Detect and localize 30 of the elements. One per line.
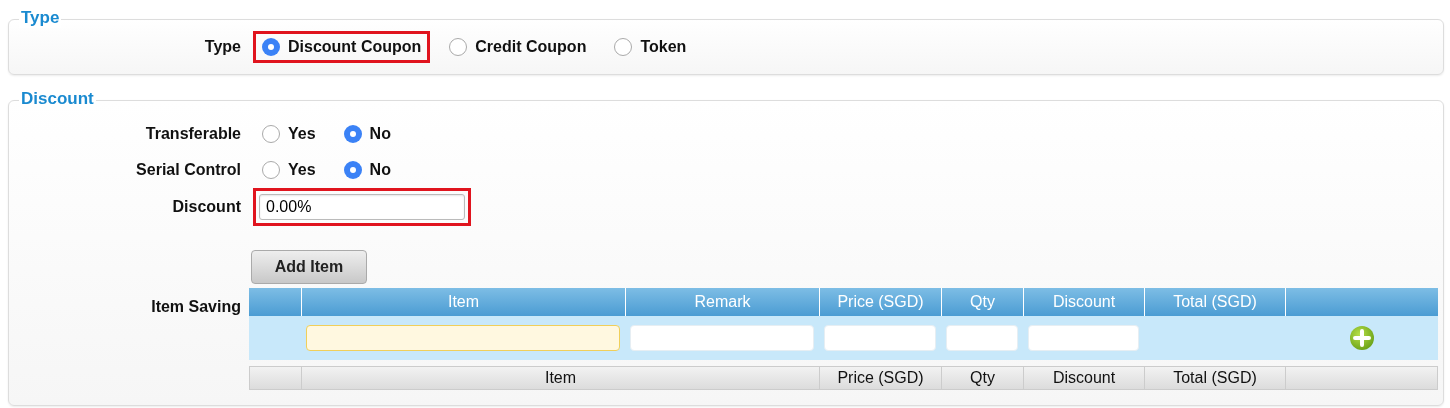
header-cell: Discount xyxy=(1023,288,1144,316)
footer-cell: Discount xyxy=(1023,366,1144,390)
field-label: Item Saving xyxy=(151,298,241,317)
footer-cell: Item xyxy=(301,366,819,390)
radio-option[interactable]: Yes xyxy=(253,118,325,150)
section-legend: Type xyxy=(19,8,62,28)
field-label: Type xyxy=(204,38,241,56)
header-cell xyxy=(249,288,301,316)
radio-option[interactable]: No xyxy=(334,154,400,186)
field-label: Transferable xyxy=(145,125,241,143)
field-label: Discount xyxy=(172,198,241,216)
add-icon[interactable] xyxy=(1348,325,1375,351)
header-cell: Remark xyxy=(625,288,819,316)
discount-field[interactable]: 0.00% xyxy=(259,194,465,220)
radio-option[interactable]: Discount Coupon xyxy=(253,31,431,63)
header-cell: Total (SGD) xyxy=(1144,288,1285,316)
field-label: Serial Control xyxy=(136,161,241,179)
header-cell: Qty xyxy=(941,288,1023,316)
footer-cell: Total (SGD) xyxy=(1144,366,1285,390)
header-cell: Price (SGD) xyxy=(819,288,941,316)
radio-option[interactable]: Credit Coupon xyxy=(440,31,596,63)
radio-option[interactable]: Yes xyxy=(253,154,325,186)
header-cell: Item xyxy=(301,288,625,316)
radio-option[interactable]: No xyxy=(334,118,400,150)
radio-option[interactable]: Token xyxy=(605,31,696,63)
footer-cell: Qty xyxy=(941,366,1023,390)
footer-cell: Price (SGD) xyxy=(819,366,941,390)
cell-input[interactable] xyxy=(306,325,620,351)
add-item-button[interactable]: Add Item xyxy=(251,250,367,284)
footer-cell xyxy=(249,366,301,390)
